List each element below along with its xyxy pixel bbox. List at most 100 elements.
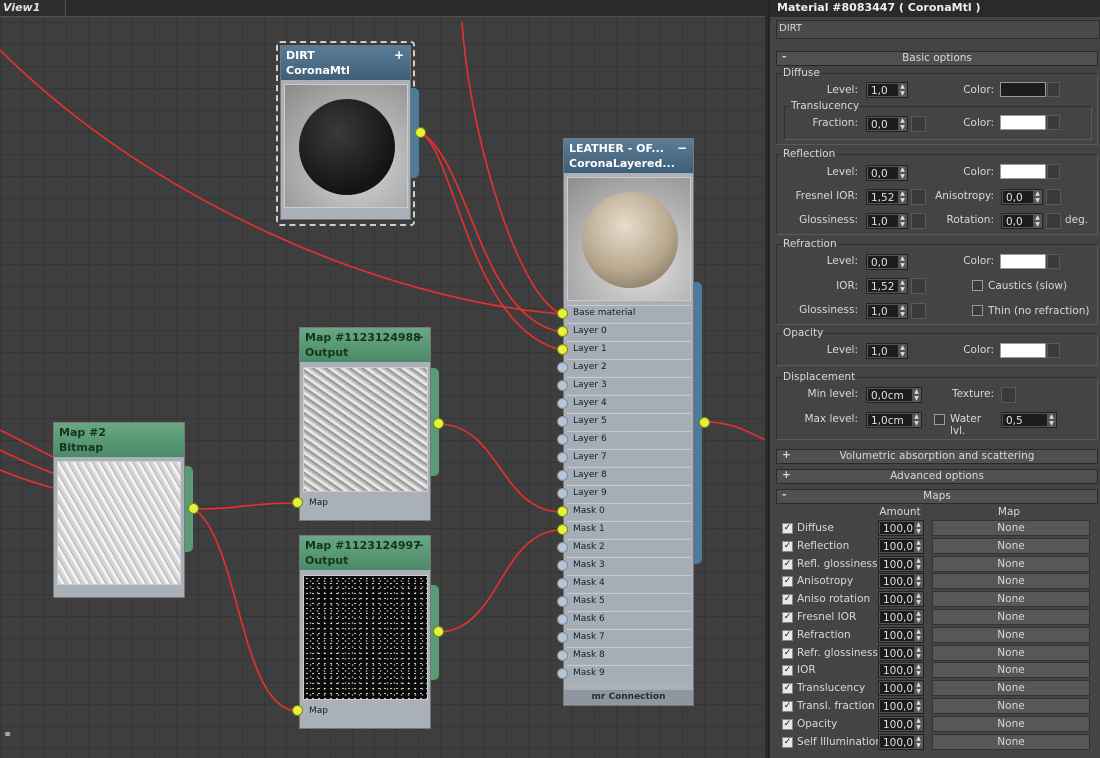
spinner-arrows-icon[interactable]: ▲ ▼: [914, 592, 923, 607]
fraction-map-button[interactable]: [911, 116, 926, 132]
leather-slot-socket[interactable]: [557, 632, 568, 643]
opacity-color-swatch-map-button[interactable]: [1047, 343, 1060, 358]
map-amount-value[interactable]: 100,0: [879, 556, 914, 571]
leather-slot-row[interactable]: Layer 7: [567, 449, 691, 466]
leather-slot-socket[interactable]: [557, 578, 568, 589]
spinner-arrows-icon[interactable]: ▲ ▼: [898, 255, 907, 269]
leather-slot-row[interactable]: Mask 2: [567, 539, 691, 556]
map-amount-value[interactable]: 100,0: [879, 627, 914, 642]
map-slot-button[interactable]: None: [932, 733, 1090, 750]
leather-slot-row[interactable]: Layer 4: [567, 395, 691, 412]
leather-slot-row[interactable]: Mask 8: [567, 647, 691, 664]
rotation-map-button[interactable]: [1046, 213, 1061, 229]
leather-slot-socket[interactable]: [557, 470, 568, 481]
map2-node[interactable]: Map #2 Bitmap: [53, 422, 185, 598]
refl-level-value[interactable]: 0,0: [867, 166, 898, 180]
fresnel-ior-value[interactable]: 1,52: [867, 190, 898, 204]
leather-slot-socket[interactable]: [557, 452, 568, 463]
map-slot-button[interactable]: None: [932, 555, 1090, 572]
rollout-header[interactable]: - Maps: [776, 489, 1098, 504]
map-slot-button[interactable]: None: [932, 537, 1090, 554]
leather-slot-socket[interactable]: [557, 614, 568, 625]
refr-glossiness-value[interactable]: 1,0: [867, 304, 898, 318]
max-level[interactable]: 1,0cm ▲ ▼: [866, 412, 922, 428]
spinner-arrows-icon[interactable]: ▲ ▼: [914, 699, 923, 713]
diffuse-level[interactable]: 1,0 ▲ ▼: [866, 82, 908, 98]
spinner-arrows-icon[interactable]: ▲ ▼: [914, 574, 923, 589]
map-enable-checkbox[interactable]: ✓: [782, 612, 793, 623]
rotation-value[interactable]: 0,0: [1002, 214, 1033, 228]
leather-slot-socket[interactable]: [557, 344, 568, 355]
fresnel-map-button[interactable]: [911, 189, 926, 205]
map-amount-spinner[interactable]: 100,0 ▲ ▼: [878, 537, 924, 554]
collapse-icon[interactable]: -: [782, 51, 786, 64]
fraction-value[interactable]: 0,0: [867, 117, 898, 131]
leather-slot-socket[interactable]: [557, 416, 568, 427]
leather-slot-row[interactable]: Mask 4: [567, 575, 691, 592]
leather-slot-socket[interactable]: [557, 596, 568, 607]
map-enable-checkbox[interactable]: ✓: [782, 558, 793, 570]
spinner-arrows-icon[interactable]: ▲ ▼: [912, 413, 921, 427]
leather-slot-row[interactable]: Layer 5: [567, 413, 691, 430]
map-amount-value[interactable]: 100,0: [879, 734, 914, 749]
map-amount-spinner[interactable]: 100,0 ▲ ▼: [878, 555, 924, 572]
map-amount-spinner[interactable]: 100,0 ▲ ▼: [878, 733, 924, 750]
water-level-checkbox[interactable]: [934, 414, 945, 425]
map-enable-checkbox[interactable]: ✓: [782, 576, 793, 588]
spinner-arrows-icon[interactable]: ▲ ▼: [898, 279, 907, 293]
map-amount-value[interactable]: 100,0: [879, 574, 914, 589]
diffuse-color-swatch-map-button[interactable]: [1047, 82, 1060, 97]
map-enable-checkbox[interactable]: ✓: [782, 683, 793, 695]
leather-slot-socket[interactable]: [557, 308, 568, 319]
map-amount-value[interactable]: 100,0: [879, 538, 914, 553]
opacity-level[interactable]: 1,0 ▲ ▼: [866, 343, 908, 359]
leather-slot-socket[interactable]: [557, 398, 568, 409]
map-slot-button[interactable]: None: [932, 680, 1090, 697]
map-enable-checkbox[interactable]: ✓: [782, 540, 793, 552]
dirt-output-socket[interactable]: [415, 127, 426, 138]
transl-color-swatch[interactable]: [1000, 115, 1046, 130]
map-amount-value[interactable]: 100,0: [879, 592, 914, 607]
texture-map-button[interactable]: [1001, 387, 1016, 403]
map-b-output-socket[interactable]: [433, 626, 444, 637]
rotation[interactable]: 0,0 ▲ ▼: [1001, 213, 1043, 229]
leather-slot-socket[interactable]: [557, 560, 568, 571]
map-enable-checkbox[interactable]: ✓: [782, 665, 793, 677]
map-amount-value[interactable]: 100,0: [879, 610, 914, 624]
map-slot-button[interactable]: None: [932, 609, 1090, 625]
diffuse-level-value[interactable]: 1,0: [867, 83, 898, 97]
leather-slot-socket[interactable]: [557, 326, 568, 337]
spinner-arrows-icon[interactable]: ▲ ▼: [914, 734, 923, 749]
ior-value[interactable]: 1,52: [867, 279, 898, 293]
anisotropy[interactable]: 0,0 ▲ ▼: [1001, 189, 1043, 205]
map-a-node[interactable]: Map #1123124988 Output − Map: [299, 327, 431, 521]
refl-color-swatch-map-button[interactable]: [1047, 164, 1060, 179]
spinner-arrows-icon[interactable]: ▲ ▼: [914, 645, 923, 660]
spinner-arrows-icon[interactable]: ▲ ▼: [914, 556, 923, 571]
refl-color-swatch[interactable]: [1000, 164, 1046, 179]
binoculars-icon[interactable]: ⚭: [3, 728, 19, 742]
spinner-arrows-icon[interactable]: ▲ ▼: [1033, 190, 1042, 204]
spinner-arrows-icon[interactable]: ▲ ▼: [898, 214, 907, 228]
spinner-arrows-icon[interactable]: ▲ ▼: [914, 716, 923, 731]
spinner-arrows-icon[interactable]: ▲ ▼: [1047, 413, 1056, 427]
map-slot-button[interactable]: None: [932, 698, 1090, 714]
rollout-header[interactable]: + Volumetric absorption and scattering: [776, 449, 1098, 464]
leather-node-minimize-icon[interactable]: −: [677, 141, 687, 156]
leather-slot-row[interactable]: Mask 1: [567, 521, 691, 538]
diffuse-color-swatch[interactable]: [1000, 82, 1046, 97]
leather-slot-socket[interactable]: [557, 524, 568, 535]
anisotropy-value[interactable]: 0,0: [1002, 190, 1033, 204]
map-enable-checkbox[interactable]: ✓: [782, 718, 793, 730]
map-amount-spinner[interactable]: 100,0 ▲ ▼: [878, 520, 924, 536]
map-slot-button[interactable]: None: [932, 715, 1090, 732]
map-slot-button[interactable]: None: [932, 520, 1090, 536]
leather-slot-row[interactable]: Mask 0: [567, 503, 691, 520]
refl-level[interactable]: 0,0 ▲ ▼: [866, 165, 908, 181]
leather-slot-socket[interactable]: [557, 434, 568, 445]
spinner-arrows-icon[interactable]: ▲ ▼: [898, 344, 907, 358]
spinner-arrows-icon[interactable]: ▲ ▼: [898, 190, 907, 204]
leather-slot-row[interactable]: Mask 9: [567, 665, 691, 682]
spinner-arrows-icon[interactable]: ▲ ▼: [898, 304, 907, 318]
refr-color-swatch-map-button[interactable]: [1047, 254, 1060, 269]
